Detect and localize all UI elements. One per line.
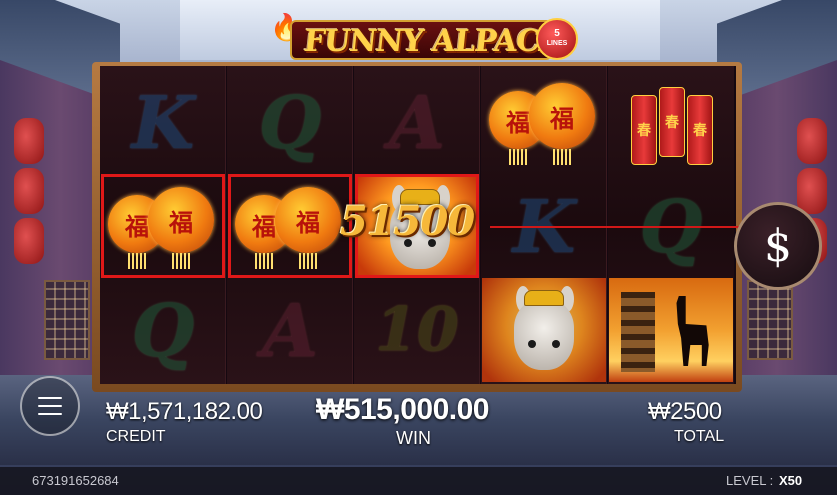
credit-label: CREDIT [106,428,166,445]
lantern-pair-icon: 福 福 [108,181,218,271]
firecracker-stick: 春 [659,87,685,157]
alpaca-icon [514,300,574,370]
alpaca-eye [552,340,560,348]
firecracker-char: 春 [665,114,679,130]
firecracker-char: 春 [637,122,651,138]
window-lattice [747,280,793,360]
lantern-icon: 福 [529,83,595,149]
line-win-amount: 51500 [340,198,475,245]
lines-badge-text: LINES [546,40,568,47]
level-value: X50 [779,473,803,488]
symbol-letter: Q [131,287,195,373]
lantern-icon: 福 [275,187,341,253]
symbol-q: Q [101,278,225,382]
symbol-letter: Q [258,79,322,165]
hamburger-icon [38,413,62,415]
firecracker-icon: 春 春 春 [621,77,721,167]
win-value: ₩515,000.00 [316,393,489,426]
round-id: 673191652684 [32,473,119,488]
lantern-pair-icon: 福 福 [235,181,345,271]
hamburger-icon [38,397,62,399]
symbol-a: A [228,278,352,382]
win-label: WIN [396,428,431,448]
symbol-q: Q [228,70,352,174]
alpaca-eye [528,340,536,348]
reel-4: 福 福 K [481,66,607,384]
hanging-lantern-icon [797,118,827,164]
reel-1: K 福 福 Q [100,66,226,384]
hamburger-icon [38,405,62,407]
symbol-pagoda [609,278,733,382]
total-bet-label: TOTAL [674,428,725,445]
lantern-icon: 福 [148,187,214,253]
dollar-icon[interactable]: $ [734,202,822,290]
hanging-lantern-icon [14,118,44,164]
tassel-icon [128,253,146,269]
hanging-lantern-icon [797,168,827,214]
symbol-lantern: 福 福 [101,174,225,278]
symbol-a: A [355,70,479,174]
hanging-lantern-icon [14,218,44,264]
lines-badge-number: 5 [554,28,560,39]
symbol-alpaca [482,278,606,382]
tassel-icon [509,149,527,165]
payline [490,226,742,228]
pagoda-icon [621,292,655,372]
gold-hat-icon [524,290,564,306]
footer-bar: 673191652684 LEVEL : X50 [0,467,837,495]
tassel-icon [553,149,571,165]
game-logo: 🔥 FUNNY ALPACA 5 LINES [270,12,578,66]
symbol-k: K [101,70,225,174]
tassel-icon [172,253,190,269]
level-label: LEVEL : [726,473,774,488]
hanging-lantern-icon [14,168,44,214]
tassel-icon [299,253,317,269]
symbol-ten: 10 [355,278,479,382]
firecracker-char: 春 [693,122,707,138]
firecracker-stick: 春 [687,95,713,165]
credit-value: ₩1,571,182.00 [106,398,263,425]
window-lattice [44,280,90,360]
symbol-firecracker: 春 春 春 [609,70,733,174]
reel-5: 春 春 春 Q [608,66,734,384]
symbol-letter: K [131,79,195,165]
symbol-letter: A [389,79,445,165]
game-title: FUNNY ALPACA [302,24,564,59]
tassel-icon [255,253,273,269]
menu-button[interactable] [20,376,80,436]
lantern-pair-icon: 福 福 [489,77,599,167]
reel-2: Q 福 福 A [227,66,353,384]
lines-badge: 5 LINES [536,18,578,60]
firecracker-stick: 春 [631,95,657,165]
symbol-letter: A [262,287,318,373]
symbol-lantern: 福 福 [228,174,352,278]
symbol-letter: 10 [375,295,459,365]
total-bet-value: ₩2500 [648,398,722,425]
symbol-lantern: 福 福 [482,70,606,174]
